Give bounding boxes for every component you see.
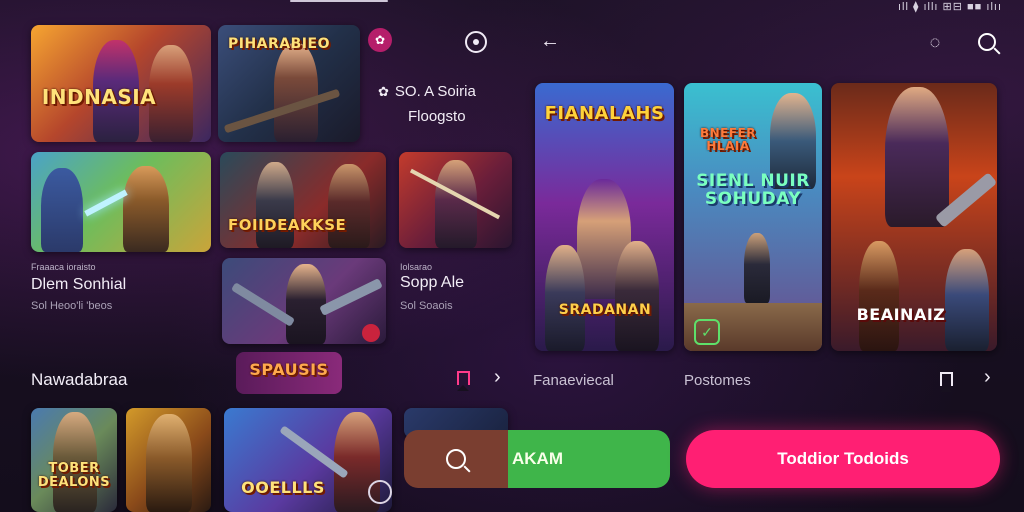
settings-icon[interactable] xyxy=(465,31,487,53)
game-card-2[interactable]: PIHARABIEO xyxy=(218,25,360,142)
primary-cta-button[interactable]: Toddior Todoids xyxy=(686,430,1000,488)
runner-figure xyxy=(744,233,770,303)
featured-title: FIANALAHS xyxy=(544,103,665,124)
hero-figure xyxy=(41,168,83,252)
energy-beam xyxy=(84,189,128,217)
chevron-right-icon[interactable]: › xyxy=(984,366,991,389)
promo-title: SPAUSIS xyxy=(249,360,329,379)
game-card-6[interactable] xyxy=(222,258,386,344)
game-title: OOELLLS xyxy=(241,478,325,497)
search-bar[interactable]: AKAM xyxy=(404,430,670,488)
featured-toptext: BNEFER HLAIA xyxy=(699,126,757,153)
game-card-3[interactable] xyxy=(31,152,211,252)
item-meta: Sol Heoo'li 'beos xyxy=(31,300,113,312)
search-button[interactable] xyxy=(976,31,998,53)
search-label[interactable]: AKAM xyxy=(508,430,670,488)
item-name[interactable]: Dlem Sonhial xyxy=(31,276,126,294)
item-meta: Sol Soaois xyxy=(400,300,453,312)
game-card-8[interactable] xyxy=(126,408,211,512)
hero-figure xyxy=(545,245,585,351)
game-title: TOBER DEALONS xyxy=(37,461,111,490)
featured-subtitle: SRADANAN xyxy=(558,302,652,318)
featured-card-3[interactable]: BEAINAIZ xyxy=(831,83,997,351)
hero-figure xyxy=(146,414,192,512)
record-icon xyxy=(362,324,380,342)
hero-figure xyxy=(945,249,989,351)
chat-icon: ◌ xyxy=(929,31,941,52)
game-card-7[interactable]: TOBER DEALONS xyxy=(31,408,117,512)
section-title: Nawadabraa xyxy=(31,370,128,389)
item-tag: Iolsarao xyxy=(400,262,433,272)
featured-title: SIENL NUIR SOHUDAY xyxy=(696,171,810,209)
hero-figure xyxy=(286,264,326,344)
hero-figure xyxy=(274,43,318,142)
chevron-right-icon[interactable]: › xyxy=(494,366,501,389)
game-title: INDNASIA xyxy=(41,85,157,109)
top-indicator xyxy=(290,0,388,2)
item-name[interactable]: Sopp Ale xyxy=(400,274,464,292)
search-icon-container[interactable] xyxy=(404,430,508,488)
play-icon[interactable] xyxy=(368,480,392,504)
side-title: ✿ SO. A Soiria xyxy=(378,83,476,100)
hero-figure xyxy=(256,162,294,248)
weapon-graphic xyxy=(319,278,383,316)
hero-figure xyxy=(123,166,169,252)
gift-icon[interactable]: ✿ xyxy=(368,28,392,52)
game-card-5[interactable] xyxy=(399,152,512,248)
hero-figure xyxy=(885,87,949,227)
bookmark-icon[interactable] xyxy=(457,371,470,391)
featured-title: BEAINAIZ xyxy=(856,305,946,324)
game-title: FOIIDEAKKSE xyxy=(228,216,347,234)
game-card-1[interactable]: INDNASIA xyxy=(31,25,211,142)
item-tag: Fraaaca ioraisto xyxy=(31,262,96,272)
search-icon xyxy=(446,449,466,469)
featured-card-2[interactable]: BNEFER HLAIA SIENL NUIR SOHUDAY ✓ xyxy=(684,83,822,351)
flower-icon: ✿ xyxy=(378,84,389,99)
hero-figure xyxy=(859,241,899,351)
category-label: Postomes xyxy=(684,372,751,389)
game-title: PIHARABIEO xyxy=(228,36,330,52)
hero-figure xyxy=(615,241,659,351)
game-card-4[interactable]: FOIIDEAKKSE xyxy=(220,152,386,248)
hero-figure xyxy=(328,164,370,248)
bookmark-icon[interactable] xyxy=(940,372,953,392)
category-label: Fanaeviecal xyxy=(533,372,614,389)
search-icon xyxy=(978,33,996,51)
featured-card-1[interactable]: FIANALAHS SRADANAN xyxy=(535,83,674,351)
chat-button[interactable]: ◌ xyxy=(924,31,946,53)
back-button-right[interactable]: ← xyxy=(539,30,561,52)
side-subtitle: Floogsto xyxy=(408,108,466,125)
game-card-9[interactable]: OOELLLS xyxy=(224,408,392,512)
arrow-left-icon: ← xyxy=(540,29,560,52)
status-bar: ıll ⧫ ıllı ⊞⊟ ■■ ılıı xyxy=(898,1,1002,13)
promo-logo: SPAUSIS xyxy=(236,352,342,394)
check-icon: ✓ xyxy=(694,319,720,345)
